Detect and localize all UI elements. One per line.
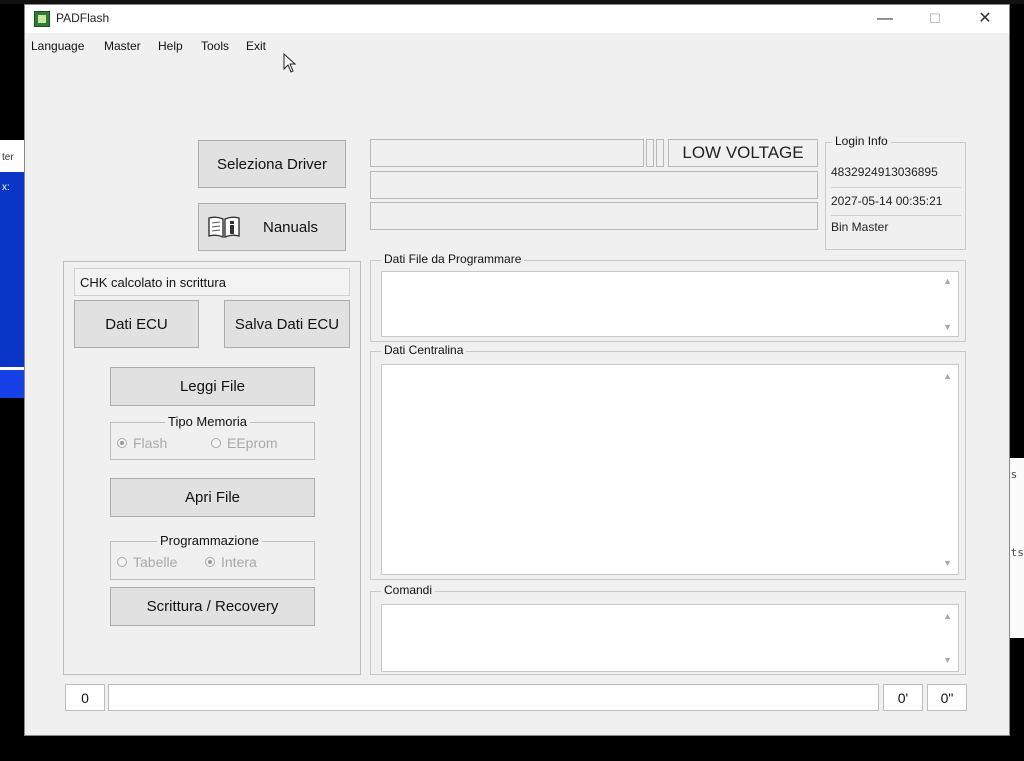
comandi-label: Comandi	[381, 583, 436, 597]
menu-tools[interactable]: Tools	[201, 39, 229, 53]
status-field-2	[370, 171, 818, 199]
radio-tabelle-label: Tabelle	[133, 554, 178, 570]
tipo-memoria-group: Tipo Memoria Flash EEprom	[110, 414, 315, 460]
menu-help[interactable]: Help	[158, 39, 183, 53]
divider	[831, 215, 961, 216]
divider	[831, 187, 961, 188]
dati-file-textarea[interactable]: ▲ ▼	[381, 271, 959, 337]
minimize-button[interactable]: —	[863, 7, 907, 31]
background-text: x:	[2, 182, 10, 193]
radio-flash[interactable]: Flash	[117, 435, 167, 451]
tipo-memoria-label: Tipo Memoria	[165, 414, 250, 429]
radio-intera-label: Intera	[221, 554, 257, 570]
low-voltage-indicator: LOW VOLTAGE	[668, 139, 818, 167]
mouse-cursor-icon	[283, 53, 297, 73]
chk-status-field: CHK calcolato in scrittura	[74, 268, 350, 296]
status-field-1	[370, 139, 644, 167]
scrittura-recovery-button[interactable]: Scrittura / Recovery	[110, 587, 315, 626]
scroll-down-icon[interactable]: ▼	[943, 655, 952, 665]
login-user: Bin Master	[831, 220, 889, 234]
seleziona-driver-button[interactable]: Seleziona Driver	[198, 140, 346, 188]
elapsed-minutes: 0'	[883, 684, 923, 711]
seleziona-driver-label: Seleziona Driver	[216, 155, 328, 173]
background-text: ter	[2, 152, 14, 163]
status-counter: 0	[65, 684, 105, 711]
leggi-file-label: Leggi File	[179, 378, 246, 395]
scroll-down-icon[interactable]: ▼	[943, 322, 952, 332]
menu-master[interactable]: Master	[104, 39, 141, 53]
programmazione-label: Programmazione	[157, 533, 262, 548]
scroll-up-icon[interactable]: ▲	[943, 371, 952, 381]
radio-unselected-icon	[117, 557, 127, 567]
status-field-3	[370, 202, 818, 230]
salva-dati-ecu-label: Salva Dati ECU	[234, 315, 340, 333]
salva-dati-ecu-button[interactable]: Salva Dati ECU	[224, 300, 350, 348]
programmazione-group: Programmazione Tabelle Intera	[110, 533, 315, 580]
radio-tabelle[interactable]: Tabelle	[117, 554, 177, 570]
background-window-blue-bar	[0, 370, 24, 398]
radio-eeprom-label: EEprom	[227, 435, 278, 451]
dati-ecu-button[interactable]: Dati ECU	[74, 300, 199, 348]
scroll-up-icon[interactable]: ▲	[943, 276, 952, 286]
apri-file-label: Apri File	[184, 489, 240, 506]
comandi-group: Comandi ▲ ▼	[370, 583, 966, 675]
login-datetime: 2027-05-14 00:35:21	[831, 194, 943, 208]
radio-selected-icon	[117, 438, 127, 448]
dati-centralina-group: Dati Centralina ▲ ▼	[370, 343, 966, 580]
leggi-file-button[interactable]: Leggi File	[110, 367, 315, 406]
maximize-button[interactable]: ☐	[913, 7, 957, 31]
manuals-label: Nanuals	[263, 218, 319, 236]
menu-exit[interactable]: Exit	[246, 39, 266, 53]
status-indicator-2	[656, 139, 664, 167]
menu-bar: Language Master Help Tools Exit	[25, 36, 1009, 56]
radio-eeprom[interactable]: EEprom	[211, 435, 278, 451]
login-info-label: Login Info	[832, 134, 891, 148]
title-bar[interactable]: PADFlash — ☐ ✕	[25, 5, 1009, 33]
progress-bar	[108, 684, 879, 711]
window-title: PADFlash	[56, 11, 110, 25]
app-icon	[34, 11, 50, 27]
status-indicator-1	[646, 139, 654, 167]
close-button[interactable]: ✕	[963, 7, 1007, 31]
scrittura-recovery-label: Scrittura / Recovery	[146, 598, 279, 615]
radio-unselected-icon	[211, 438, 221, 448]
apri-file-button[interactable]: Apri File	[110, 478, 315, 517]
dati-file-label: Dati File da Programmare	[381, 252, 525, 266]
dati-ecu-label: Dati ECU	[105, 315, 168, 333]
menu-language[interactable]: Language	[31, 39, 84, 53]
elapsed-seconds: 0"	[927, 684, 967, 711]
manuals-button[interactable]: Nanuals	[198, 203, 346, 251]
background-window-blue-area	[0, 172, 24, 367]
book-icon	[208, 216, 240, 239]
login-info-group: Login Info 4832924913036895 2027-05-14 0…	[825, 134, 966, 250]
radio-intera[interactable]: Intera	[205, 554, 257, 570]
scroll-up-icon[interactable]: ▲	[943, 611, 952, 621]
radio-selected-icon	[205, 557, 215, 567]
dati-centralina-label: Dati Centralina	[381, 343, 467, 357]
padflash-window: PADFlash — ☐ ✕ Language Master Help Tool…	[24, 4, 1010, 736]
dati-file-group: Dati File da Programmare ▲ ▼	[370, 252, 966, 342]
dati-centralina-textarea[interactable]: ▲ ▼	[381, 364, 959, 575]
login-id: 4832924913036895	[831, 165, 938, 179]
left-control-panel: CHK calcolato in scrittura Dati ECU Salv…	[63, 261, 361, 675]
scroll-down-icon[interactable]: ▼	[943, 558, 952, 568]
radio-flash-label: Flash	[133, 435, 168, 451]
comandi-textarea[interactable]: ▲ ▼	[381, 604, 959, 672]
